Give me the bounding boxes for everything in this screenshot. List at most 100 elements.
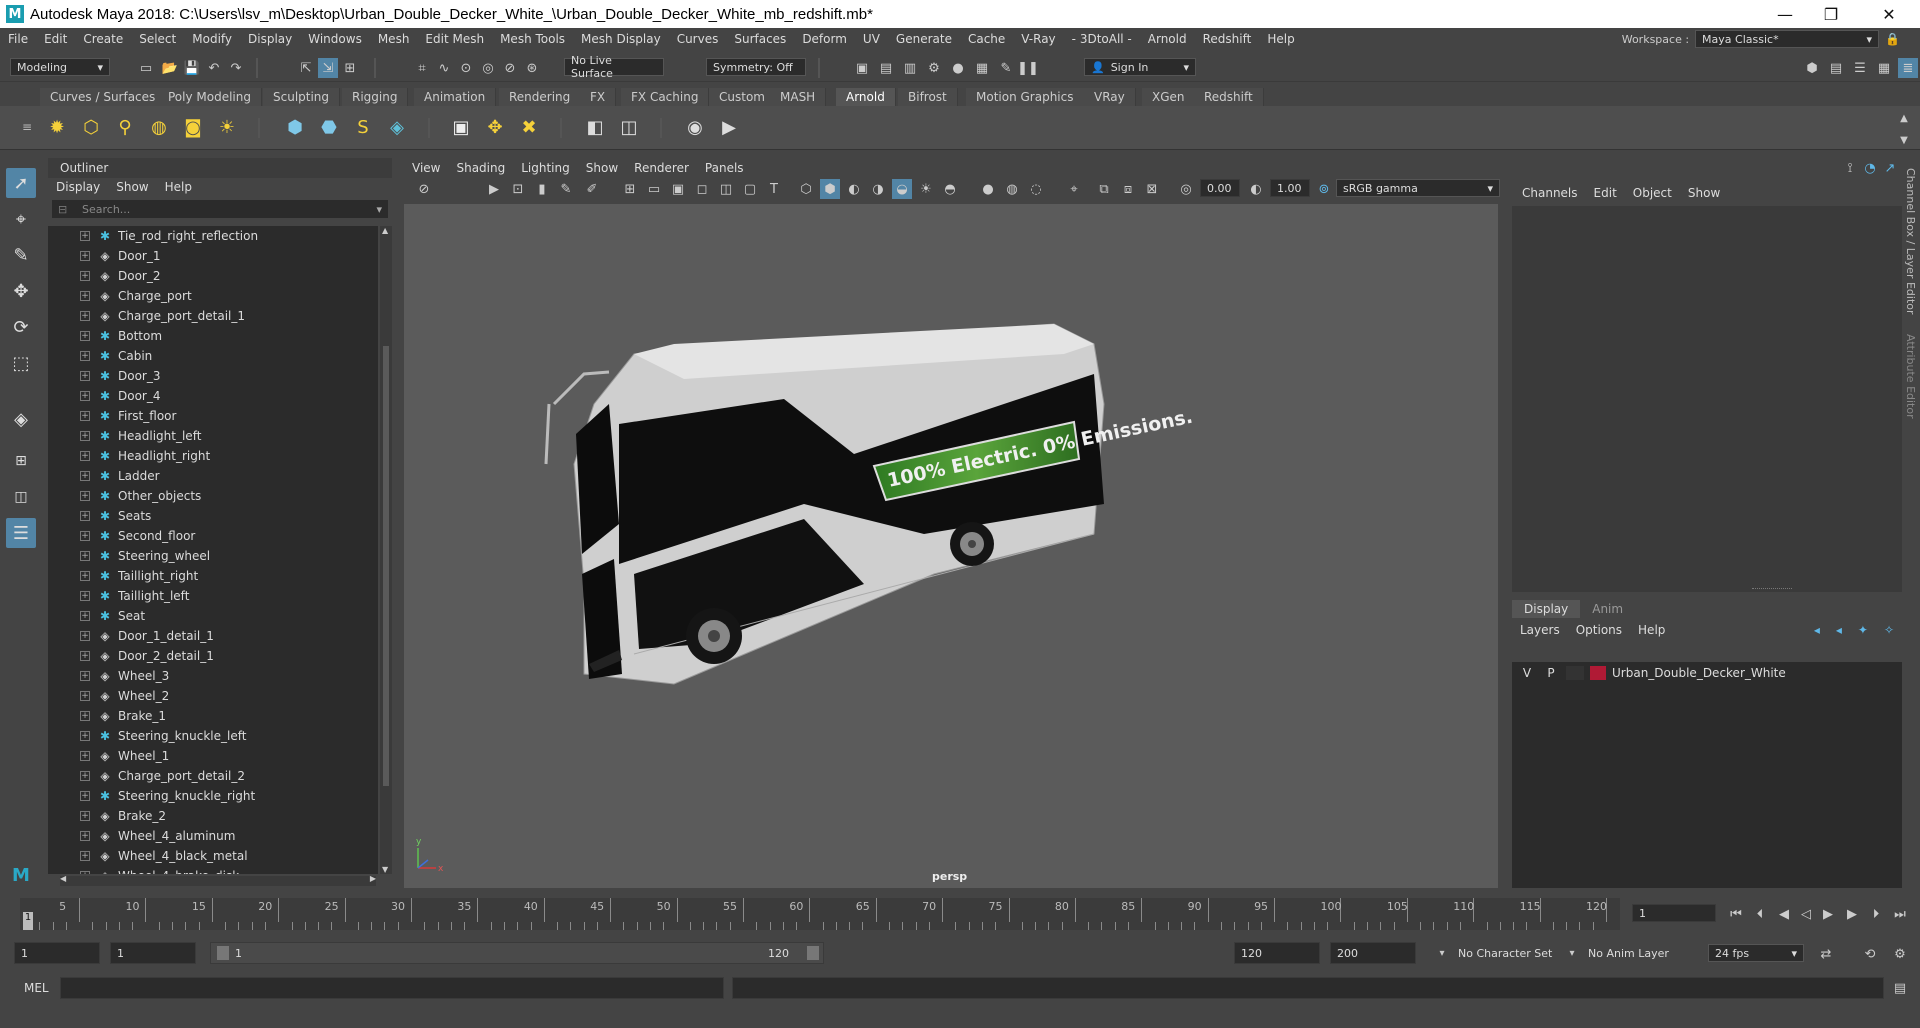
four-view-layout-icon[interactable]: ⊞ xyxy=(6,446,36,476)
field-chart-icon[interactable]: ◫ xyxy=(716,179,736,199)
expand-icon[interactable]: + xyxy=(80,471,90,481)
shadows-icon[interactable]: ☀ xyxy=(916,179,936,199)
anim-layer-label[interactable]: No Anim Layer xyxy=(1588,947,1669,960)
outliner-item[interactable]: + ✱ Taillight_right xyxy=(48,566,378,586)
outliner-item[interactable]: + ✱ Door_4 xyxy=(48,386,378,406)
single-perspective-layout-icon[interactable]: ◈ xyxy=(6,404,36,434)
channel-box-menu-channels[interactable]: Channels xyxy=(1514,186,1586,200)
range-end-handle[interactable] xyxy=(807,946,819,960)
light-portal-icon[interactable]: ◙ xyxy=(180,114,206,140)
render-settings-icon[interactable]: ⚙ xyxy=(924,58,944,78)
outliner-item[interactable]: + ✱ Door_3 xyxy=(48,366,378,386)
shelf-tab-xgen[interactable]: XGen xyxy=(1142,88,1196,106)
channel-box-axis-icon[interactable]: ⟟ xyxy=(1840,158,1860,178)
scroll-up-arrow-icon[interactable]: ▲ xyxy=(382,226,388,235)
grid-toggle-icon[interactable]: ⊞ xyxy=(620,179,640,199)
outliner-item[interactable]: + ✱ Seats xyxy=(48,506,378,526)
outliner-item[interactable]: + ◈ Charge_port xyxy=(48,286,378,306)
expand-icon[interactable]: + xyxy=(80,331,90,341)
channel-box-speed-icon[interactable]: ◔ xyxy=(1860,158,1880,178)
step-back-icon[interactable]: ⏴ xyxy=(1750,904,1770,924)
snap-point-icon[interactable]: ⊙ xyxy=(456,58,476,78)
outliner-item[interactable]: + ◈ Door_2 xyxy=(48,266,378,286)
outliner-item[interactable]: + ✱ Taillight_left xyxy=(48,586,378,606)
expand-icon[interactable]: + xyxy=(80,551,90,561)
outliner-item[interactable]: + ✱ Steering_wheel xyxy=(48,546,378,566)
outliner-item[interactable]: + ✱ First_floor xyxy=(48,406,378,426)
gamma-field[interactable]: 1.00 xyxy=(1270,179,1310,197)
outliner-item[interactable]: + ✱ Other_objects xyxy=(48,486,378,506)
menu-cache[interactable]: Cache xyxy=(960,32,1013,46)
viewport-menu-shading[interactable]: Shading xyxy=(448,161,513,175)
expand-icon[interactable]: + xyxy=(80,231,90,241)
go-to-end-icon[interactable]: ⏭ xyxy=(1890,904,1910,924)
expand-icon[interactable]: + xyxy=(80,251,90,261)
color-management-icon[interactable]: ⊚ xyxy=(1314,179,1334,199)
outliner-item[interactable]: + ✱ Steering_knuckle_left xyxy=(48,726,378,746)
expand-icon[interactable]: + xyxy=(80,311,90,321)
menu-curves[interactable]: Curves xyxy=(669,32,727,46)
shelf-scroll-up-icon[interactable]: ▲ xyxy=(1894,108,1914,128)
menu-select[interactable]: Select xyxy=(131,32,184,46)
expand-icon[interactable]: + xyxy=(80,791,90,801)
viewport-3d-scene[interactable]: 100% Electric. 0% Emissions. y x persp xyxy=(404,204,1498,888)
shelf-scroll-down-icon[interactable]: ▼ xyxy=(1894,130,1914,150)
outliner-horizontal-scrollbar[interactable]: ◀ ▶ xyxy=(60,874,376,886)
film-gate-icon[interactable]: ▭ xyxy=(644,179,664,199)
layer-display-type-toggle[interactable] xyxy=(1566,666,1584,680)
expand-icon[interactable]: + xyxy=(80,491,90,501)
outliner-item[interactable]: + ◈ Brake_1 xyxy=(48,706,378,726)
go-to-start-icon[interactable]: ⏮ xyxy=(1726,904,1746,924)
two-d-pan-icon[interactable]: ✎ xyxy=(556,179,576,199)
grease-pencil-icon[interactable]: ✐ xyxy=(582,179,602,199)
flush-cache-icon[interactable]: ✥ xyxy=(482,114,508,140)
layer-name[interactable]: Urban_Double_Decker_White xyxy=(1612,666,1786,680)
loop-icon[interactable]: ⇄ xyxy=(1816,944,1836,964)
time-slider-track[interactable]: 5 10 15 20 25 30 35 40 45 50 55 60 65 70 75 80 85 90 95 100… xyxy=(20,898,1620,930)
wireframe-on-shaded-icon[interactable]: ◐ xyxy=(844,179,864,199)
step-forward-key-icon[interactable]: ▶ xyxy=(1842,904,1862,924)
scrollbar-thumb[interactable] xyxy=(383,346,389,786)
area-light-icon[interactable]: ✹ xyxy=(44,114,70,140)
layer-color-swatch[interactable] xyxy=(1590,666,1606,680)
lock-icon[interactable]: 🔒 xyxy=(1885,32,1900,46)
hypershade-icon[interactable]: ● xyxy=(948,58,968,78)
menu-arnold[interactable]: Arnold xyxy=(1140,32,1195,46)
expand-icon[interactable]: + xyxy=(80,751,90,761)
layer-tab-anim[interactable]: Anim xyxy=(1580,600,1635,618)
side-tab-attribute-editor[interactable]: Attribute Editor xyxy=(1904,334,1917,419)
layer-playback-toggle[interactable]: P xyxy=(1542,666,1560,680)
current-frame-marker[interactable]: 1 xyxy=(23,912,33,930)
outliner-item[interactable]: + ◈ Charge_port_detail_1 xyxy=(48,306,378,326)
exposure-icon[interactable]: ◎ xyxy=(1176,179,1196,199)
playback-end-field[interactable]: 120 xyxy=(1234,942,1320,964)
use-all-lights-icon[interactable]: ◒ xyxy=(892,179,912,199)
new-scene-icon[interactable]: ▭ xyxy=(136,58,156,78)
channel-box-hyper-icon[interactable]: ↗ xyxy=(1880,158,1900,178)
shelf-tab-poly-modeling[interactable]: Poly Modeling xyxy=(158,88,262,106)
resolution-gate-icon[interactable]: ▣ xyxy=(668,179,688,199)
shelf-tab-redshift[interactable]: Redshift xyxy=(1194,88,1264,106)
panel-splitter[interactable] xyxy=(1752,588,1792,590)
mesh-light-icon[interactable]: ⬡ xyxy=(78,114,104,140)
standin-icon[interactable]: ⬢ xyxy=(282,114,308,140)
outliner-item[interactable]: + ✱ Second_floor xyxy=(48,526,378,546)
outliner-item[interactable]: + ◈ Wheel_4_black_metal xyxy=(48,846,378,866)
viewport-menu-view[interactable]: View xyxy=(404,161,448,175)
menu-edit-mesh[interactable]: Edit Mesh xyxy=(417,32,492,46)
menu-display[interactable]: Display xyxy=(240,32,300,46)
outliner-item[interactable]: + ✱ Bottom xyxy=(48,326,378,346)
color-space-dropdown[interactable]: sRGB gamma ▾ xyxy=(1336,179,1500,197)
channel-box-menu-object[interactable]: Object xyxy=(1625,186,1680,200)
maximize-button[interactable]: ❐ xyxy=(1808,0,1854,28)
expand-icon[interactable]: + xyxy=(80,271,90,281)
range-start-handle[interactable] xyxy=(217,946,229,960)
persp-outliner-layout-icon[interactable]: ◫ xyxy=(6,482,36,512)
new-empty-layer-icon[interactable]: ✦ xyxy=(1850,623,1876,637)
wrench-icon[interactable]: ✎ xyxy=(996,58,1016,78)
menu-mesh-tools[interactable]: Mesh Tools xyxy=(492,32,573,46)
render-view-icon[interactable]: ▣ xyxy=(852,58,872,78)
render-current-icon[interactable]: ▤ xyxy=(876,58,896,78)
layer-menu-layers[interactable]: Layers xyxy=(1512,623,1568,637)
menu-create[interactable]: Create xyxy=(75,32,131,46)
